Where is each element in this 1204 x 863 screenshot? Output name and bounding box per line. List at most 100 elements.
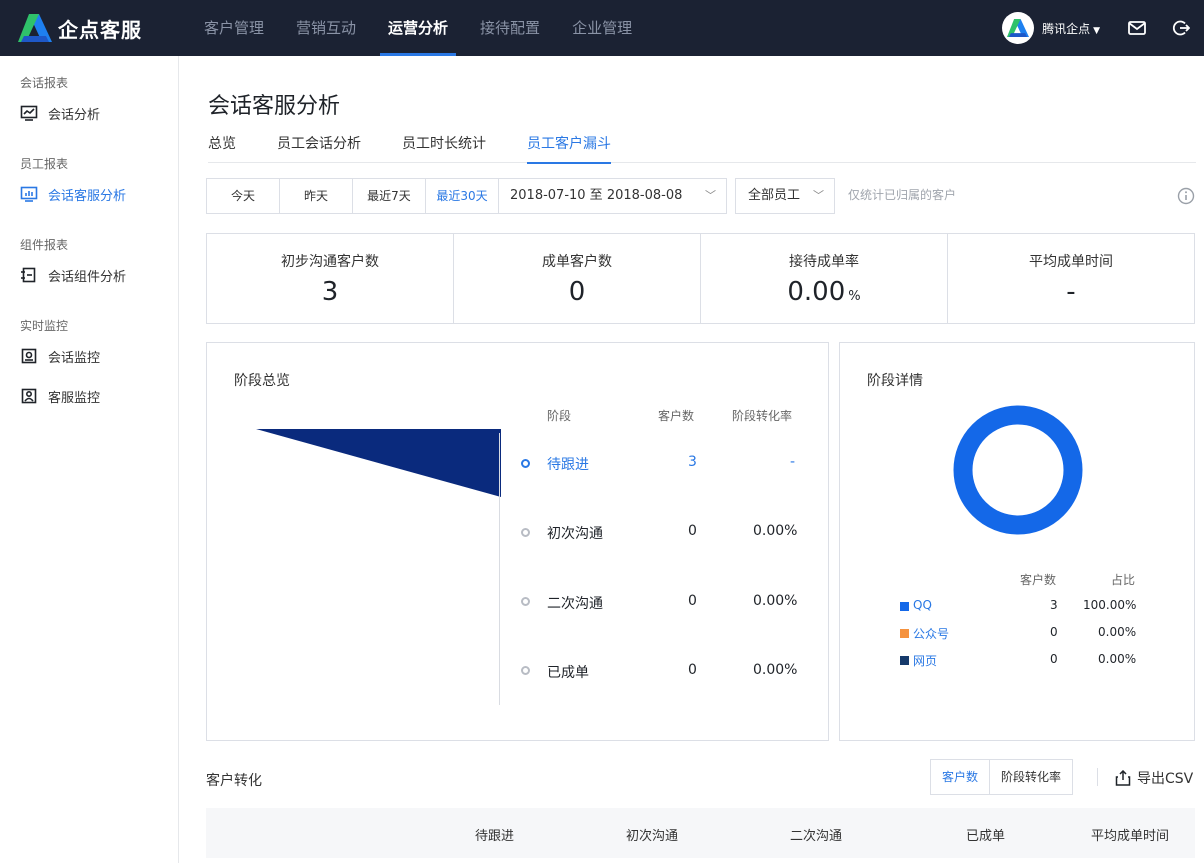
nav-reception-config[interactable]: 接待配置 [464, 0, 556, 56]
stage-rate: 0.00% [753, 523, 798, 539]
export-label: 导出CSV [1137, 771, 1194, 787]
nav-marketing[interactable]: 营销互动 [280, 0, 372, 56]
brand[interactable]: 企点客服 [0, 14, 178, 43]
report-tabs: 总览 员工会话分析 员工时长统计 员工客户漏斗 [208, 133, 1196, 164]
source-share: 0.00% [1098, 625, 1137, 639]
stage-name: 待跟进 [547, 457, 589, 473]
toggle-rate-button[interactable]: 阶段转化率 [990, 760, 1072, 794]
tab-overview[interactable]: 总览 [208, 133, 236, 163]
info-icon[interactable] [1177, 187, 1195, 205]
qidian-avatar-icon [1007, 18, 1030, 38]
agent-monitor-icon [21, 388, 37, 404]
component-icon [21, 267, 36, 283]
mail-icon[interactable] [1126, 17, 1148, 39]
export-icon [1115, 770, 1131, 786]
source-donut-chart [953, 405, 1083, 535]
divider [1097, 768, 1098, 786]
stage-count: 0 [688, 593, 697, 609]
filter-bar: 今天 昨天 最近7天 最近30天 2018-07-10 至 2018-08-08… [206, 178, 835, 214]
stat-initial-contacts: 初步沟通客户数 3 [207, 234, 454, 323]
sidebar-group-session-reports: 会话报表 [20, 76, 69, 90]
funnel-row[interactable]: 初次沟通 0 0.00% [207, 523, 827, 543]
source-count: 0 [1050, 625, 1058, 639]
stage-name: 初次沟通 [547, 526, 603, 542]
funnel-row[interactable]: 待跟进 3 - [207, 454, 827, 474]
source-row-wechat[interactable]: 公众号 0 0.00% [900, 625, 1140, 643]
logout-icon[interactable] [1170, 17, 1192, 39]
range-7days-button[interactable]: 最近7天 [353, 179, 426, 213]
stage-rate: 0.00% [753, 593, 798, 609]
range-yesterday-button[interactable]: 昨天 [280, 179, 353, 213]
sidebar-group-staff-reports: 员工报表 [20, 157, 69, 171]
source-row-web[interactable]: 网页 0 0.00% [900, 652, 1140, 670]
header-rate: 阶段转化率 [732, 409, 793, 423]
sidebar-item-component-analysis[interactable]: 会话组件分析 [0, 255, 178, 295]
range-30days-button[interactable]: 最近30天 [426, 179, 499, 213]
export-csv-button[interactable]: 导出CSV [1115, 768, 1193, 788]
tab-staff-session-analysis[interactable]: 员工会话分析 [277, 133, 361, 163]
summary-stats: 初步沟通客户数 3 成单客户数 0 接待成单率 0.00% 平均成单时间 - [206, 233, 1195, 324]
sidebar-group-component-reports: 组件报表 [20, 238, 69, 252]
chevron-down-icon: ﹀ [813, 189, 824, 202]
main-nav: 客户管理 营销互动 运营分析 接待配置 企业管理 [188, 0, 648, 56]
range-today-button[interactable]: 今天 [207, 179, 280, 213]
nav-enterprise-management[interactable]: 企业管理 [556, 0, 648, 56]
funnel-row[interactable]: 二次沟通 0 0.00% [207, 593, 827, 613]
toggle-count-button[interactable]: 客户数 [931, 760, 991, 794]
sidebar-item-label: 会话组件分析 [48, 269, 127, 285]
column-header: 待跟进 [475, 829, 515, 844]
sidebar-item-label: 会话分析 [48, 107, 101, 123]
column-header: 初次沟通 [626, 829, 679, 844]
avatar[interactable] [1002, 12, 1035, 44]
stage-detail-panel: 阶段详情 客户数 占比 QQ 3 100.00% 公众号 0 0.00% 网页 … [839, 342, 1195, 741]
sidebar-item-agent-monitor[interactable]: 客服监控 [0, 376, 178, 416]
stat-conversion-rate: 接待成单率 0.00% [701, 234, 948, 323]
stat-unit: % [848, 289, 861, 304]
staff-select[interactable]: 全部员工 ﹀ [735, 178, 835, 214]
section-title-conversion: 客户转化 [206, 773, 262, 789]
stat-average-close-time: 平均成单时间 - [948, 234, 1194, 323]
source-row-qq[interactable]: QQ 3 100.00% [900, 598, 1140, 616]
top-nav-bar: 企点客服 客户管理 营销互动 运营分析 接待配置 企业管理 腾讯企点 ▼ [0, 0, 1204, 56]
stat-label: 平均成单时间 [1029, 254, 1113, 270]
sidebar-item-staff-analysis[interactable]: 会话客服分析 [0, 174, 178, 214]
stage-name: 已成单 [547, 665, 589, 681]
stage-count: 0 [688, 523, 697, 539]
brand-name: 企点客服 [58, 17, 142, 42]
source-count: 3 [1050, 598, 1058, 612]
source-name: QQ [913, 598, 932, 612]
stat-label: 成单客户数 [542, 254, 612, 270]
panel-title: 阶段总览 [234, 373, 290, 389]
sidebar: 会话报表 会话分析 员工报表 会话客服分析 组件报表 会话组件分析 实时监控 会… [0, 56, 179, 863]
column-header: 二次沟通 [790, 829, 843, 844]
stat-label: 接待成单率 [789, 254, 859, 270]
source-name: 公众号 [913, 627, 950, 641]
user-name: 腾讯企点 [1042, 21, 1091, 36]
filter-note: 仅统计已归属的客户 [848, 188, 957, 202]
legend-swatch [900, 629, 909, 638]
stat-value: - [1066, 277, 1076, 307]
stat-value: 3 [321, 277, 339, 307]
funnel-row[interactable]: 已成单 0 0.00% [207, 662, 827, 682]
tab-staff-duration-stats[interactable]: 员工时长统计 [402, 133, 486, 163]
sidebar-item-session-monitor[interactable]: 会话监控 [0, 336, 178, 376]
caret-down-icon: ▼ [1093, 25, 1100, 36]
nav-customer-management[interactable]: 客户管理 [188, 0, 280, 56]
header-share: 占比 [1111, 573, 1136, 587]
sidebar-item-session-analysis[interactable]: 会话分析 [0, 93, 178, 133]
column-header: 已成单 [966, 829, 1006, 844]
date-range-picker[interactable]: 2018-07-10 至 2018-08-08 ﹀ [499, 179, 726, 213]
qidian-logo-icon [18, 14, 52, 42]
stage-rate: - [790, 454, 796, 470]
nav-operations-analysis[interactable]: 运营分析 [372, 0, 464, 56]
tab-staff-customer-funnel[interactable]: 员工客户漏斗 [527, 133, 611, 164]
user-menu[interactable]: 腾讯企点 ▼ [1042, 20, 1100, 37]
monitor-icon [21, 348, 37, 364]
source-share: 0.00% [1098, 652, 1137, 666]
staff-select-value: 全部员工 [748, 188, 801, 203]
header-stage: 阶段 [547, 409, 572, 423]
line-chart-icon [20, 105, 38, 121]
header-count: 客户数 [1020, 573, 1057, 587]
sidebar-item-label: 会话监控 [48, 350, 101, 366]
sidebar-group-realtime-monitor: 实时监控 [20, 319, 69, 333]
